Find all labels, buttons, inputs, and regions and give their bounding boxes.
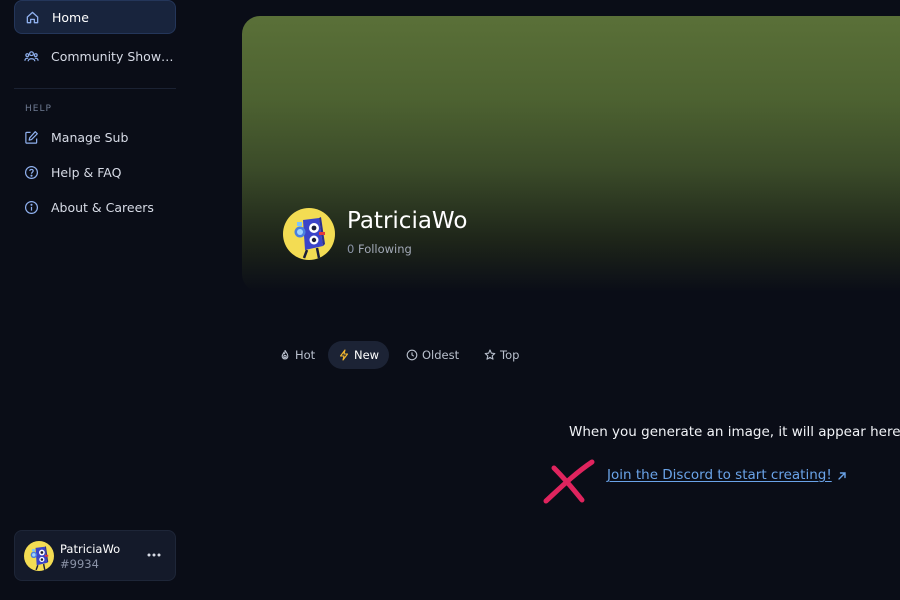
tab-label: Oldest	[422, 348, 460, 362]
info-icon	[24, 200, 39, 214]
more-options-button[interactable]	[143, 545, 165, 565]
following-number: 0	[347, 242, 355, 256]
sidebar-item-home[interactable]: Home	[14, 0, 176, 34]
sidebar-item-about-careers[interactable]: About & Careers	[14, 190, 176, 224]
tab-label: New	[354, 348, 380, 362]
tab-top[interactable]: Top	[474, 341, 529, 369]
sidebar-item-community-showcase[interactable]: Community Showcase	[14, 39, 176, 73]
tab-oldest[interactable]: Oldest	[396, 341, 469, 369]
profile-avatar	[283, 208, 335, 260]
star-icon	[484, 349, 496, 360]
sidebar-item-label: Help & FAQ	[51, 164, 122, 180]
discord-link[interactable]: Join the Discord to start creating!	[607, 467, 832, 483]
empty-state-message: When you generate an image, it will appe…	[569, 424, 900, 440]
sidebar-divider	[14, 88, 176, 89]
more-horizontal-icon	[147, 553, 161, 557]
x-mark-annotation	[543, 459, 595, 504]
avatar	[24, 541, 54, 571]
sidebar-item-label: Manage Sub	[51, 129, 129, 145]
user-name: PatriciaWo	[60, 542, 121, 556]
edit-icon	[25, 130, 38, 144]
tab-new[interactable]: New	[328, 341, 390, 369]
sidebar-item-label: Community Showcase	[51, 48, 176, 64]
sidebar-item-manage-sub[interactable]: Manage Sub	[14, 120, 176, 154]
bolt-icon	[339, 349, 349, 361]
help-section-label: HELP	[25, 104, 52, 114]
sidebar-item-label: About & Careers	[51, 199, 154, 215]
user-tag: #9934	[60, 557, 99, 571]
external-arrow-icon[interactable]	[836, 470, 848, 482]
profile-banner	[242, 16, 900, 292]
help-circle-icon	[24, 165, 39, 179]
following-label: Following	[357, 242, 412, 256]
community-icon	[24, 50, 39, 61]
tab-label: Hot	[295, 348, 316, 362]
home-icon	[26, 11, 39, 23]
profile-name: PatriciaWo	[347, 208, 468, 234]
flame-icon	[281, 349, 289, 360]
sidebar: Home Community Showcase HELP Manage Sub …	[0, 0, 190, 600]
sidebar-item-help-faq[interactable]: Help & FAQ	[14, 155, 176, 189]
following-count[interactable]: 0 Following	[347, 242, 412, 256]
tab-label: Top	[500, 348, 520, 362]
clock-icon	[406, 349, 418, 361]
sidebar-item-label: Home	[52, 9, 89, 25]
tab-hot[interactable]: Hot	[269, 341, 325, 369]
user-card[interactable]: PatriciaWo #9934	[14, 530, 176, 581]
